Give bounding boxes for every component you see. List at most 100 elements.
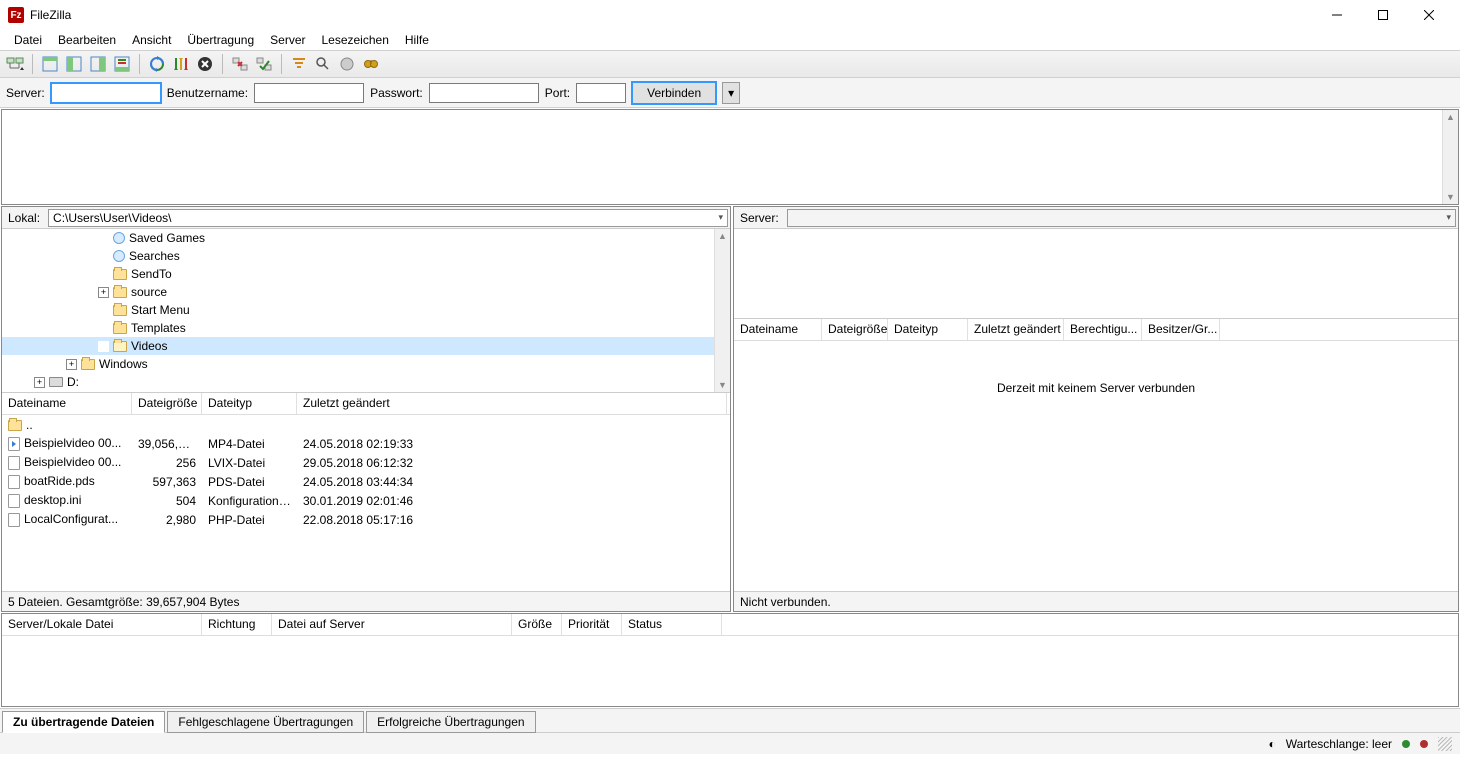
toggle-log-icon[interactable] (39, 53, 61, 75)
file-name: boatRide.pds (24, 474, 95, 488)
app-logo-icon: Fz (8, 7, 24, 23)
file-row[interactable]: .. (2, 415, 730, 434)
tree-item[interactable]: + D: (2, 373, 730, 391)
local-path-label: Lokal: (2, 211, 46, 225)
status-bar: ◐ Warteschlange: leer (0, 732, 1460, 754)
scrollbar[interactable]: ▲▼ (714, 229, 730, 392)
menu-lesezeichen[interactable]: Lesezeichen (313, 31, 396, 49)
local-path-combo[interactable]: C:\Users\User\Videos\ ▾ (48, 209, 728, 227)
tree-item-label: D: (67, 375, 79, 389)
transfer-queue[interactable]: Server/Lokale DateiRichtungDatei auf Ser… (1, 613, 1459, 707)
expand-icon[interactable]: + (66, 359, 77, 370)
remote-tree[interactable] (734, 229, 1458, 319)
queue-tab[interactable]: Fehlgeschlagene Übertragungen (167, 711, 364, 733)
column-header[interactable]: Zuletzt geändert (297, 393, 727, 414)
cancel-icon[interactable] (194, 53, 216, 75)
column-header[interactable]: Dateigröße (132, 393, 202, 414)
file-modified: 22.08.2018 05:17:16 (297, 513, 727, 527)
tree-item[interactable]: Searches (2, 247, 730, 265)
port-input[interactable] (576, 83, 626, 103)
remote-path-combo[interactable]: ▾ (787, 209, 1456, 227)
minimize-button[interactable] (1314, 0, 1360, 30)
menu-übertragung[interactable]: Übertragung (179, 31, 262, 49)
local-file-list[interactable]: DateinameDateigrößeDateitypZuletzt geänd… (2, 393, 730, 591)
toggle-localtree-icon[interactable] (63, 53, 85, 75)
queue-indicator-icon: ◐ (1268, 737, 1275, 751)
local-status: 5 Dateien. Gesamtgröße: 39,657,904 Bytes (2, 591, 730, 611)
tree-item[interactable]: Start Menu (2, 301, 730, 319)
connect-button[interactable]: Verbinden (632, 82, 716, 104)
local-tree[interactable]: Saved GamesSearchesSendTo+sourceStart Me… (2, 229, 730, 393)
expand-icon[interactable]: + (34, 377, 45, 388)
file-type: PHP-Datei (202, 513, 297, 527)
column-header[interactable]: Status (622, 614, 722, 635)
username-input[interactable] (254, 83, 364, 103)
folder-icon (113, 341, 127, 352)
tree-item[interactable]: SendTo (2, 265, 730, 283)
queue-tab[interactable]: Zu übertragende Dateien (2, 711, 165, 733)
expand-icon[interactable]: + (98, 287, 109, 298)
activity-led-send-icon (1420, 740, 1428, 748)
video-file-icon (8, 437, 20, 451)
search-remote-icon[interactable] (360, 53, 382, 75)
password-input[interactable] (429, 83, 539, 103)
menu-ansicht[interactable]: Ansicht (124, 31, 179, 49)
remote-pane: Server: ▾ DateinameDateigrößeDateitypZul… (733, 206, 1459, 612)
file-row[interactable]: Beispielvideo 00...256LVIX-Datei29.05.20… (2, 453, 730, 472)
column-header[interactable]: Priorität (562, 614, 622, 635)
toggle-remotetree-icon[interactable] (87, 53, 109, 75)
column-header[interactable]: Größe (512, 614, 562, 635)
remote-file-list[interactable]: DateinameDateigrößeDateitypZuletzt geänd… (734, 319, 1458, 591)
file-row[interactable]: LocalConfigurat...2,980PHP-Datei22.08.20… (2, 510, 730, 529)
local-pane: Lokal: C:\Users\User\Videos\ ▾ Saved Gam… (1, 206, 731, 612)
file-row[interactable]: boatRide.pds597,363PDS-Datei24.05.2018 0… (2, 472, 730, 491)
menu-hilfe[interactable]: Hilfe (397, 31, 437, 49)
server-input[interactable] (51, 83, 161, 103)
maximize-button[interactable] (1360, 0, 1406, 30)
remote-placeholder: Derzeit mit keinem Server verbunden (734, 341, 1458, 395)
sync-browse-icon[interactable] (336, 53, 358, 75)
collapse-icon (98, 251, 109, 262)
column-header[interactable]: Server/Lokale Datei (2, 614, 202, 635)
message-log[interactable]: ▲▼ (1, 109, 1459, 205)
quickconnect-dropdown[interactable]: ▾ (722, 82, 740, 104)
file-size: 2,980 (132, 513, 202, 527)
file-size: 39,056,801 (132, 437, 202, 451)
column-header[interactable]: Dateiname (2, 393, 132, 414)
menu-server[interactable]: Server (262, 31, 313, 49)
tree-item[interactable]: Videos (2, 337, 730, 355)
file-type: MP4-Datei (202, 437, 297, 451)
reconnect-icon[interactable] (253, 53, 275, 75)
compare-icon[interactable] (312, 53, 334, 75)
tree-item[interactable]: +source (2, 283, 730, 301)
file-row[interactable]: Beispielvideo 00...39,056,801MP4-Datei24… (2, 434, 730, 453)
column-header[interactable]: Dateigröße (822, 319, 888, 340)
tree-item[interactable]: Saved Games (2, 229, 730, 247)
column-header[interactable]: Dateityp (202, 393, 297, 414)
column-header[interactable]: Dateityp (888, 319, 968, 340)
collapse-icon (98, 341, 109, 352)
tree-item[interactable]: +Windows (2, 355, 730, 373)
queue-tab[interactable]: Erfolgreiche Übertragungen (366, 711, 535, 733)
disconnect-icon[interactable] (229, 53, 251, 75)
column-header[interactable]: Berechtigu... (1064, 319, 1142, 340)
file-row[interactable]: desktop.ini504Konfigurations...30.01.201… (2, 491, 730, 510)
column-header[interactable]: Dateiname (734, 319, 822, 340)
filter-icon[interactable] (288, 53, 310, 75)
column-header[interactable]: Richtung (202, 614, 272, 635)
file-modified: 30.01.2019 02:01:46 (297, 494, 727, 508)
menu-bar: DateiBearbeitenAnsichtÜbertragungServerL… (0, 30, 1460, 50)
menu-bearbeiten[interactable]: Bearbeiten (50, 31, 124, 49)
process-queue-icon[interactable] (170, 53, 192, 75)
remote-status: Nicht verbunden. (734, 591, 1458, 611)
close-button[interactable] (1406, 0, 1452, 30)
toggle-queue-icon[interactable] (111, 53, 133, 75)
column-header[interactable]: Zuletzt geändert (968, 319, 1064, 340)
scrollbar[interactable]: ▲▼ (1442, 110, 1458, 204)
refresh-icon[interactable] (146, 53, 168, 75)
column-header[interactable]: Datei auf Server (272, 614, 512, 635)
column-header[interactable]: Besitzer/Gr... (1142, 319, 1220, 340)
tree-item[interactable]: Templates (2, 319, 730, 337)
menu-datei[interactable]: Datei (6, 31, 50, 49)
sitemanager-icon[interactable] (4, 53, 26, 75)
